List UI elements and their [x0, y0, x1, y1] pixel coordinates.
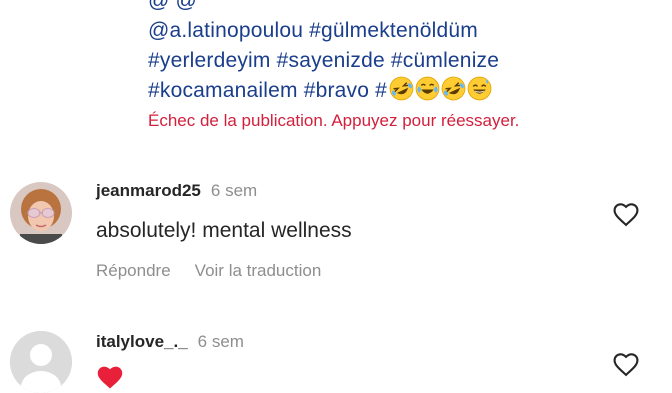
caption-partial-line: @ @: [148, 0, 198, 12]
comment-username[interactable]: jeanmarod25 6 sem: [96, 181, 257, 201]
tears-of-joy-emoji-icon: [415, 76, 440, 101]
see-translation-button[interactable]: Voir la traduction: [195, 261, 322, 280]
comment-time: 6 sem: [197, 332, 244, 351]
comment-username[interactable]: italylove_._ 6 sem: [96, 332, 244, 352]
caption-line-2[interactable]: #yerlerdeyim #sayenizde #cümlenize: [148, 46, 668, 76]
grinning-sweat-emoji-icon: [467, 76, 492, 101]
like-heart-icon[interactable]: [612, 201, 640, 229]
avatar[interactable]: [10, 182, 72, 244]
like-heart-icon[interactable]: [612, 351, 640, 379]
comment-text: absolutely! mental wellness: [96, 219, 352, 242]
post-caption: @ @ @a.latinopoulou #gülmektenöldüm #yer…: [148, 0, 668, 106]
emoji-group: [389, 76, 492, 101]
caption-line-1[interactable]: @a.latinopoulou #gülmektenöldüm: [148, 16, 668, 46]
rolling-laughing-emoji-icon: [441, 76, 466, 101]
red-heart-emoji-icon: [97, 366, 123, 389]
comment-actions: Répondre Voir la traduction: [96, 261, 345, 281]
rolling-laughing-emoji-icon: [389, 76, 414, 101]
caption-line-3[interactable]: #kocamanailem #bravo #: [148, 76, 668, 106]
reply-button[interactable]: Répondre: [96, 261, 171, 280]
publish-error-message[interactable]: Échec de la publication. Appuyez pour ré…: [148, 111, 519, 131]
default-avatar-icon: [10, 331, 72, 393]
username-text[interactable]: jeanmarod25: [96, 181, 201, 200]
username-text[interactable]: italylove_._: [96, 332, 188, 351]
user-photo-avatar-icon: [10, 182, 72, 244]
avatar[interactable]: [10, 331, 72, 393]
caption-line-3-text[interactable]: #kocamanailem #bravo #: [148, 79, 387, 102]
comment-time: 6 sem: [210, 181, 258, 200]
